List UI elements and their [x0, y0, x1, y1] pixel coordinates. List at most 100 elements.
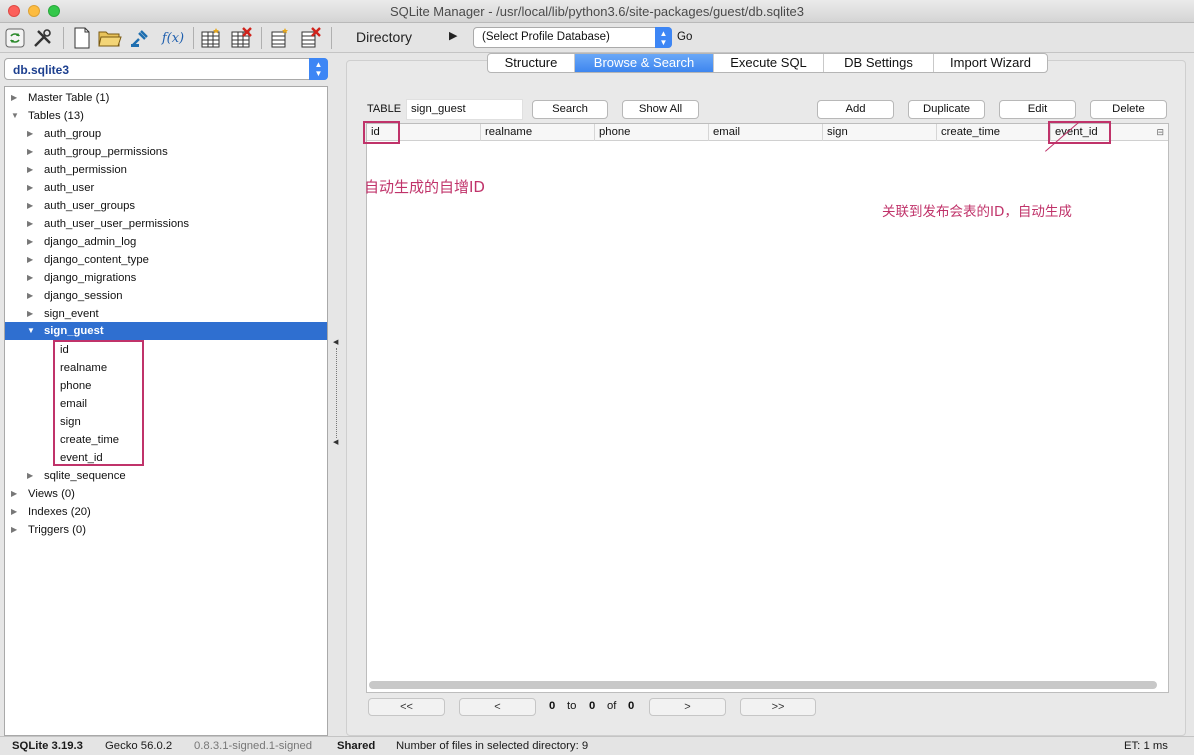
tree-item-table[interactable]: ▶ auth_user [5, 179, 327, 197]
function-icon[interactable]: f(x) [158, 26, 188, 50]
table-label: TABLE [367, 103, 402, 115]
go-button[interactable]: Go [677, 31, 692, 43]
expand-arrow-icon[interactable]: ▶ [27, 143, 33, 161]
file-count: Number of files in selected directory: 9 [396, 740, 589, 752]
tree-item-master[interactable]: ▶ Master Table (1) [5, 89, 327, 107]
window-title: SQLite Manager - /usr/local/lib/python3.… [389, 4, 805, 19]
pager-of-label: of [607, 700, 617, 712]
collapse-arrow-icon[interactable]: ▼ [27, 322, 35, 340]
tree-item-triggers[interactable]: ▶ Triggers (0) [5, 521, 327, 539]
expand-arrow-icon[interactable]: ▶ [11, 503, 17, 521]
column-header[interactable]: realname [481, 124, 595, 141]
expand-arrow-icon[interactable]: ▶ [27, 161, 33, 179]
expand-arrow-icon[interactable]: ▶ [27, 197, 33, 215]
pane-splitter[interactable]: ◀ ◀ [331, 330, 341, 460]
pager-to-label: to [567, 700, 577, 712]
tree-item-views[interactable]: ▶ Views (0) [5, 485, 327, 503]
tab-browse-search[interactable]: Browse & Search [575, 54, 714, 72]
column-picker-icon[interactable]: ⊟ [1156, 127, 1164, 138]
tab-import-wizard[interactable]: Import Wizard [934, 54, 1047, 72]
gecko-version: Gecko 56.0.2 [105, 740, 173, 752]
splitter-handle[interactable] [336, 348, 337, 438]
tree-item-indexes[interactable]: ▶ Indexes (20) [5, 503, 327, 521]
expand-arrow-icon[interactable]: ▶ [11, 89, 17, 107]
tree-item-tables[interactable]: ▼ Tables (13) [5, 107, 327, 125]
expand-arrow-icon[interactable]: ▶ [27, 215, 33, 233]
expand-arrow-icon[interactable]: ▶ [11, 485, 17, 503]
tree-item-table[interactable]: ▶ sign_event [5, 305, 327, 323]
edit-button[interactable]: Edit [999, 100, 1076, 119]
elapsed-time: ET: 1 ms [1124, 740, 1168, 752]
tab-structure[interactable]: Structure [488, 54, 575, 72]
profile-database-select[interactable]: (Select Profile Database) ▲ ▼ [473, 27, 672, 48]
tree-item-table[interactable]: ▶ django_content_type [5, 251, 327, 269]
tree-item-table[interactable]: ▶ auth_user_user_permissions [5, 215, 327, 233]
toolbar-separator [193, 27, 194, 49]
collapse-arrow-icon[interactable]: ▼ [11, 107, 19, 125]
tools-icon[interactable] [31, 26, 55, 50]
expand-arrow-icon[interactable]: ▶ [27, 233, 33, 251]
next-page-button[interactable]: > [649, 698, 726, 716]
tab-bar: Structure Browse & Search Execute SQL DB… [487, 53, 1048, 73]
last-page-button[interactable]: >> [740, 698, 816, 716]
play-arrow-icon[interactable]: ▶ [449, 29, 457, 42]
column-header[interactable]: create_time [937, 124, 1051, 141]
drop-index-icon[interactable] [298, 26, 322, 50]
schema-tree[interactable]: ▶ Master Table (1) ▼ Tables (13) ▶ auth_gro… [4, 86, 328, 736]
title-bar: SQLite Manager - /usr/local/lib/python3.… [0, 0, 1194, 23]
open-folder-icon[interactable] [98, 26, 122, 50]
tree-item-table[interactable]: ▶ auth_group [5, 125, 327, 143]
pager-total: 0 [628, 700, 635, 712]
tree-item-table[interactable]: ▶ django_session [5, 287, 327, 305]
toolbar-separator [261, 27, 262, 49]
expand-arrow-icon[interactable]: ▶ [11, 521, 17, 539]
directory-label[interactable]: Directory [356, 29, 412, 45]
column-header[interactable]: sign [823, 124, 937, 141]
toolbar: f(x) Directory ▶ (Select Profile Databas… [0, 23, 1194, 53]
database-select-value: db.sqlite3 [13, 63, 70, 77]
pager-to: 0 [589, 700, 596, 712]
table-name-field[interactable]: sign_guest [406, 99, 523, 120]
column-header[interactable]: email [709, 124, 823, 141]
duplicate-button[interactable]: Duplicate [908, 100, 985, 119]
expand-arrow-icon[interactable]: ▶ [27, 305, 33, 323]
connect-icon[interactable] [128, 26, 152, 50]
expand-arrow-icon[interactable]: ▶ [27, 269, 33, 287]
refresh-icon[interactable] [3, 26, 27, 50]
database-select[interactable]: db.sqlite3 ▲ ▼ [4, 58, 328, 80]
expand-arrow-icon[interactable]: ▶ [27, 251, 33, 269]
extension-version: 0.8.3.1-signed.1-signed [194, 740, 313, 752]
drop-table-icon[interactable] [229, 26, 253, 50]
id-highlight-box [363, 121, 400, 144]
toolbar-separator [331, 27, 332, 49]
expand-arrow-icon[interactable]: ▶ [27, 287, 33, 305]
tab-execute-sql[interactable]: Execute SQL [714, 54, 824, 72]
search-button[interactable]: Search [532, 100, 608, 119]
show-all-button[interactable]: Show All [622, 100, 699, 119]
first-page-button[interactable]: << [368, 698, 445, 716]
create-index-icon[interactable] [268, 26, 292, 50]
tree-item-table[interactable]: ▶ auth_group_permissions [5, 143, 327, 161]
collapse-left-icon[interactable]: ◀ [333, 438, 338, 446]
tree-item-selected-table[interactable]: ▼ sign_guest [5, 322, 327, 340]
chevron-updown-icon: ▲ ▼ [309, 58, 328, 80]
new-file-icon[interactable] [70, 26, 94, 50]
tree-item-table[interactable]: ▶ auth_permission [5, 161, 327, 179]
create-table-icon[interactable] [199, 26, 223, 50]
prev-page-button[interactable]: < [459, 698, 536, 716]
collapse-left-icon[interactable]: ◀ [333, 338, 338, 346]
status-bar: SQLite 3.19.3 Gecko 56.0.2 0.8.3.1-signe… [0, 736, 1194, 755]
tree-item-table[interactable]: ▶ sqlite_sequence [5, 467, 327, 485]
add-button[interactable]: Add [817, 100, 894, 119]
delete-button[interactable]: Delete [1090, 100, 1167, 119]
horizontal-scrollbar[interactable] [369, 681, 1157, 689]
event-ref-annotation: 关联到发布会表的ID，自动生成 [882, 204, 1072, 220]
expand-arrow-icon[interactable]: ▶ [27, 125, 33, 143]
tree-item-table[interactable]: ▶ auth_user_groups [5, 197, 327, 215]
expand-arrow-icon[interactable]: ▶ [27, 179, 33, 197]
expand-arrow-icon[interactable]: ▶ [27, 467, 33, 485]
tree-item-table[interactable]: ▶ django_admin_log [5, 233, 327, 251]
column-header[interactable]: phone [595, 124, 709, 141]
tree-item-table[interactable]: ▶ django_migrations [5, 269, 327, 287]
tab-db-settings[interactable]: DB Settings [824, 54, 934, 72]
